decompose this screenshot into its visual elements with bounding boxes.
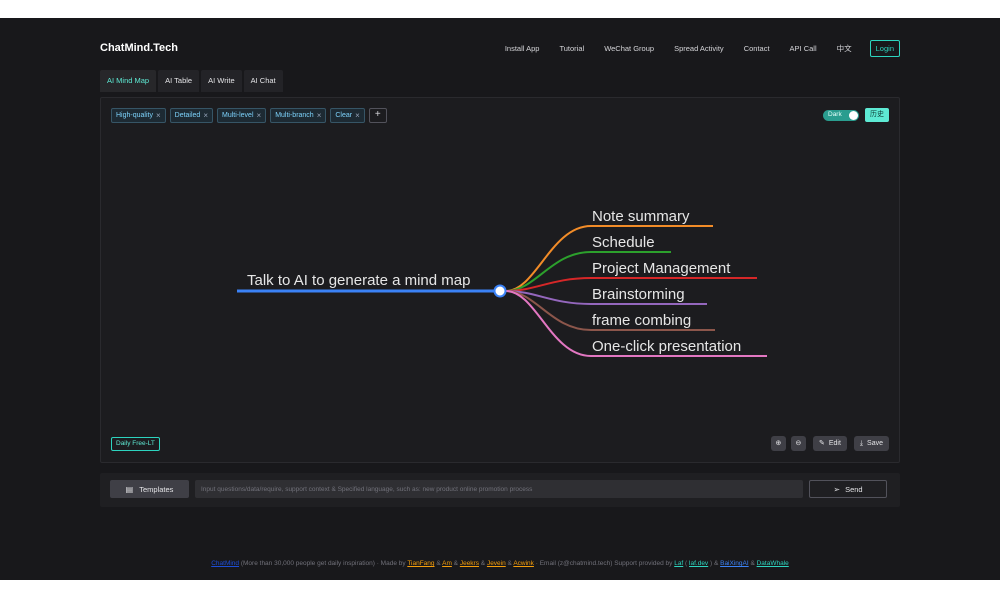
history-button[interactable]: 历史 bbox=[865, 108, 889, 122]
nav-contact[interactable]: Contact bbox=[744, 44, 770, 53]
input-bar: ▤ Templates ➢ Send bbox=[100, 473, 900, 507]
mode-tabs: AI Mind Map AI Table AI Write AI Chat bbox=[100, 70, 285, 92]
tab-ai-table[interactable]: AI Table bbox=[158, 70, 200, 92]
top-nav: Install App Tutorial WeChat Group Spread… bbox=[485, 40, 900, 57]
nav-tutorial[interactable]: Tutorial bbox=[559, 44, 584, 53]
author-link[interactable]: TianFang bbox=[407, 560, 434, 567]
add-tag-button[interactable]: + bbox=[368, 108, 387, 123]
pencil-icon: ✎ bbox=[818, 440, 825, 447]
prompt-input[interactable] bbox=[195, 480, 803, 498]
login-button[interactable]: Login bbox=[869, 40, 900, 57]
dark-mode-toggle[interactable]: Dark bbox=[823, 110, 859, 121]
tag-multi-level[interactable]: Multi-level × bbox=[217, 108, 267, 123]
branch-node-label[interactable]: Note summary bbox=[592, 208, 690, 225]
tag-high-quality[interactable]: High-quality × bbox=[111, 108, 166, 123]
footer-brand-link[interactable]: ChatMind bbox=[211, 560, 239, 567]
send-icon: ➢ bbox=[833, 484, 841, 494]
header: ChatMind.Tech Install App Tutorial WeCha… bbox=[100, 18, 900, 78]
edit-button[interactable]: ✎ Edit bbox=[812, 436, 847, 451]
templates-button[interactable]: ▤ Templates bbox=[110, 480, 189, 498]
send-button[interactable]: ➢ Send bbox=[809, 480, 887, 498]
close-icon[interactable]: × bbox=[156, 109, 161, 122]
nav-api-call[interactable]: API Call bbox=[790, 44, 817, 53]
zoom-in-icon[interactable]: ⊕ bbox=[770, 436, 786, 451]
close-icon[interactable]: × bbox=[317, 109, 322, 122]
datawhale-link[interactable]: DataWhale bbox=[757, 560, 789, 567]
toggle-knob bbox=[849, 111, 858, 120]
nav-spread-activity[interactable]: Spread Activity bbox=[674, 44, 724, 53]
tag-detailed[interactable]: Detailed × bbox=[169, 108, 213, 123]
laf-dev-link[interactable]: laf.dev bbox=[689, 560, 708, 567]
tab-ai-write[interactable]: AI Write bbox=[201, 70, 242, 92]
dark-mode-label: Dark bbox=[828, 111, 842, 118]
nav-wechat-group[interactable]: WeChat Group bbox=[604, 44, 654, 53]
baixing-link[interactable]: BaiXingAI bbox=[720, 560, 749, 567]
branch-node-label[interactable]: One-click presentation bbox=[592, 338, 741, 355]
save-button[interactable]: ⤓ Save bbox=[853, 436, 889, 451]
mindmap-panel: Talk to AI to generate a mind map Note s… bbox=[100, 97, 900, 463]
download-icon: ⤓ bbox=[859, 440, 864, 447]
tag-clear[interactable]: Clear × bbox=[330, 108, 365, 123]
author-link[interactable]: Jevein bbox=[487, 560, 506, 567]
brand-logo[interactable]: ChatMind.Tech bbox=[100, 42, 178, 54]
zoom-out-icon[interactable]: ⊖ bbox=[790, 436, 806, 451]
close-icon[interactable]: × bbox=[257, 109, 262, 122]
nav-language[interactable]: 中文 bbox=[837, 43, 852, 54]
daily-free-badge[interactable]: Daily Free-LT bbox=[111, 437, 160, 451]
mindmap-tools: ⊕ ⊖ ✎ Edit ⤓ Save bbox=[766, 436, 889, 451]
mindmap-canvas[interactable]: Talk to AI to generate a mind map Note s… bbox=[101, 98, 901, 464]
style-tags: High-quality × Detailed × Multi-level × Mul… bbox=[111, 108, 387, 123]
tag-multi-branch[interactable]: Multi-branch × bbox=[270, 108, 327, 123]
root-collapse-node[interactable] bbox=[493, 284, 507, 298]
laf-link[interactable]: Laf bbox=[674, 560, 683, 567]
document-icon: ▤ bbox=[125, 484, 134, 494]
branch-node-label[interactable]: Brainstorming bbox=[592, 286, 685, 303]
close-icon[interactable]: × bbox=[203, 109, 208, 122]
branch-node-label[interactable]: frame combing bbox=[592, 312, 691, 329]
tab-ai-mind-map[interactable]: AI Mind Map bbox=[100, 70, 157, 92]
author-link[interactable]: Jeekrs bbox=[460, 560, 479, 567]
app-window: ChatMind.Tech Install App Tutorial WeCha… bbox=[0, 18, 1000, 580]
nav-install-app[interactable]: Install App bbox=[505, 44, 540, 53]
author-link[interactable]: Acwink bbox=[513, 560, 534, 567]
tab-ai-chat[interactable]: AI Chat bbox=[243, 70, 283, 92]
author-link[interactable]: Am bbox=[442, 560, 452, 567]
branch-node-label[interactable]: Project Management bbox=[592, 260, 731, 277]
close-icon[interactable]: × bbox=[355, 109, 360, 122]
branch-node-label[interactable]: Schedule bbox=[592, 234, 655, 251]
footer: ChatMind (More than 30,000 people get da… bbox=[211, 560, 789, 567]
root-node-label[interactable]: Talk to AI to generate a mind map bbox=[247, 272, 470, 289]
